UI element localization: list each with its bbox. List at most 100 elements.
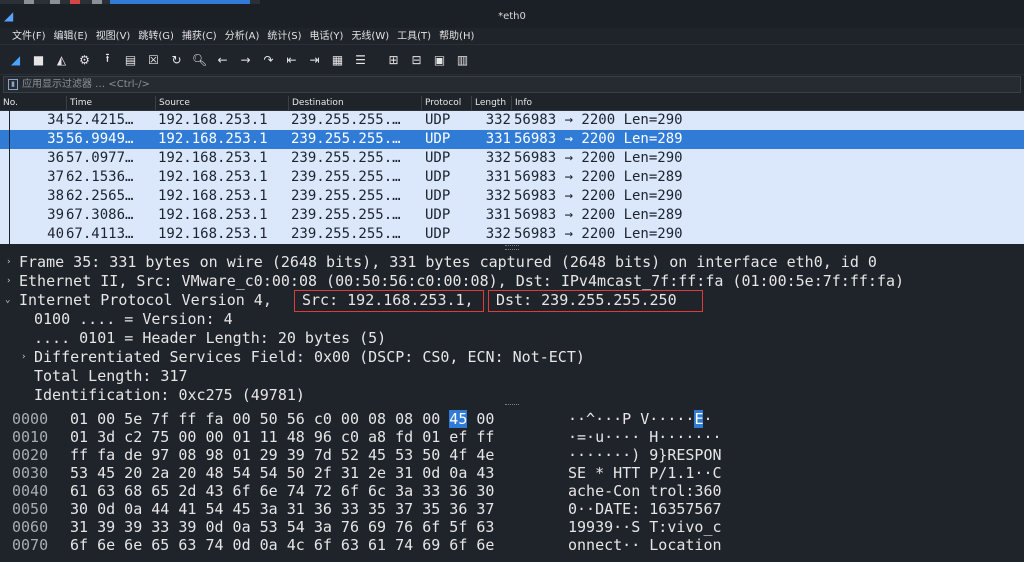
hex-ascii: ·=·u···· H······· [568,428,722,446]
packet-row[interactable]: 34 52.4215… 192.168.253.1 239.255.255.… … [0,111,1024,130]
menu-tools[interactable]: 工具(T) [393,28,435,44]
menu-help[interactable]: 帮助(H) [435,28,478,44]
packet-row[interactable]: 36 57.0977… 192.168.253.1 239.255.255.… … [0,149,1024,168]
detail-dsfield[interactable]: › Differentiated Services Field: 0x00 (D… [0,348,1024,367]
menu-analyze[interactable]: 分析(A) [221,28,264,44]
stop-square-icon[interactable]: ■ [29,50,48,69]
taskbar-dot [24,0,34,4]
hex-bytes: 6f 6e 6e 65 63 74 0d 0a 4c 6f 63 61 74 6… [70,536,495,554]
packet-row[interactable]: 40 67.4113… 192.168.253.1 239.255.255.… … [0,225,1024,244]
hex-ascii: ·······) 9}RESPON [568,446,722,464]
display-filter-bar: ▮ [3,76,1021,93]
menu-go[interactable]: 跳转(G) [134,28,178,44]
hex-ascii: ··^···P V·····E· [568,410,713,428]
packet-row[interactable]: 38 62.2565… 192.168.253.1 239.255.255.… … [0,187,1024,206]
zoom-out-icon[interactable]: ⊟ [407,50,426,69]
packet-info: 56983 → 2200 Len=289 [514,131,683,147]
packet-source: 192.168.253.1 [158,112,268,128]
packet-row[interactable]: 37 62.1536… 192.168.253.1 239.255.255.… … [0,168,1024,187]
hex-row[interactable]: 0020 ff fa de 97 08 98 01 29 39 7d 52 45… [0,446,1024,464]
packet-info: 56983 → 2200 Len=290 [514,150,683,166]
expand-arrow-icon[interactable]: › [21,348,26,367]
column-header-time[interactable]: Time [66,96,156,110]
menu-capture[interactable]: 捕获(C) [178,28,221,44]
column-header-protocol[interactable]: Protocol [421,96,471,110]
hex-row[interactable]: 0000 01 00 5e 7f ff fa 00 50 56 c0 00 08… [0,410,1024,428]
packet-length: 331 [485,131,511,147]
packet-time: 67.3086… [66,207,134,223]
save-file-icon[interactable]: ▤ [121,50,140,69]
detail-version[interactable]: 0100 .... = Version: 4 [0,310,1024,329]
bookmark-filter-icon[interactable]: ▮ [8,79,18,90]
packet-length: 331 [485,207,511,223]
detail-total-length[interactable]: Total Length: 317 [0,367,1024,386]
conversation-bracket [9,110,12,244]
packet-length: 332 [485,112,511,128]
packet-source: 192.168.253.1 [158,131,268,147]
shark-fin-start-icon[interactable]: ◢ [6,50,25,69]
packet-length: 331 [485,169,511,185]
hex-ascii: 0··DATE: 16357567 [568,500,722,518]
colorize-icon[interactable]: ☰ [351,50,370,69]
shark-fin-restart-icon[interactable]: ◭ [52,50,71,69]
menu-file[interactable]: 文件(F) [8,28,50,44]
hex-bytes: 31 39 39 33 39 0d 0a 53 54 3a 76 69 76 6… [70,518,495,536]
packet-time: 52.4215… [66,112,134,128]
hex-row[interactable]: 0040 61 63 68 65 2d 43 6f 6e 74 72 6f 6c… [0,482,1024,500]
detail-ethernet[interactable]: › Ethernet II, Src: VMware_c0:00:08 (00:… [0,272,1024,291]
selected-byte: 45 [449,410,468,428]
menu-view[interactable]: 视图(V) [92,28,135,44]
auto-scroll-icon[interactable]: ▦ [328,50,347,69]
packet-row-selected[interactable]: 35 56.9949… 192.168.253.1 239.255.255.… … [0,130,1024,149]
hex-row[interactable]: 0010 01 3d c2 75 00 00 01 11 48 96 c0 a8… [0,428,1024,446]
hex-ascii: 19939··S T:vivo_c [568,518,722,536]
zoom-normal-icon[interactable]: ▣ [430,50,449,69]
taskbar-active-tab [110,0,250,4]
hex-row[interactable]: 0060 31 39 39 33 39 0d 0a 53 54 3a 76 69… [0,518,1024,536]
column-header-info[interactable]: Info [511,96,1024,110]
go-to-packet-icon[interactable]: ↷ [259,50,278,69]
hex-bytes: ff fa de 97 08 98 01 29 39 7d 52 45 53 5… [70,446,495,464]
back-arrow-icon[interactable]: ← [213,50,232,69]
packet-destination: 239.255.255.… [291,188,401,204]
packet-time: 62.2565… [66,188,134,204]
menu-statistics[interactable]: 统计(S) [263,28,305,44]
detail-header-length[interactable]: .... 0101 = Header Length: 20 bytes (5) [0,329,1024,348]
main-toolbar: ◢ ■ ◭ ⚙ ⭱ ▤ ☒ ↻ 🔍︎ ← → ↷ ⇤ ⇥ ▦ ☰ ⊞ ⊟ ▣ ▥ [0,45,1024,75]
resize-columns-icon[interactable]: ▥ [453,50,472,69]
hex-ascii: onnect·· Location [568,536,722,554]
column-header-length[interactable]: Length [471,96,511,110]
packet-destination: 239.255.255.… [291,226,401,242]
column-header-no[interactable]: No. [0,96,66,110]
hex-row[interactable]: 0030 53 45 20 2a 20 48 54 54 50 2f 31 2e… [0,464,1024,482]
packet-length: 332 [485,150,511,166]
hex-row[interactable]: 0050 30 0d 0a 44 41 54 45 3a 31 36 33 35… [0,500,1024,518]
forward-arrow-icon[interactable]: → [236,50,255,69]
last-packet-icon[interactable]: ⇥ [305,50,324,69]
detail-frame[interactable]: › Frame 35: 331 bytes on wire (2648 bits… [0,253,1024,272]
packet-destination: 239.255.255.… [291,112,401,128]
collapse-arrow-icon[interactable]: ⌄ [5,291,10,310]
expand-arrow-icon[interactable]: › [6,272,11,291]
packet-destination: 239.255.255.… [291,131,401,147]
column-header-source[interactable]: Source [155,96,289,110]
zoom-in-icon[interactable]: ⊞ [384,50,403,69]
close-file-icon[interactable]: ☒ [144,50,163,69]
search-icon[interactable]: 🔍︎ [190,50,209,69]
packet-row[interactable]: 39 67.3086… 192.168.253.1 239.255.255.… … [0,206,1024,225]
window-title: *eth0 [498,11,526,22]
menu-bar: 文件(F) 编辑(E) 视图(V) 跳转(G) 捕获(C) 分析(A) 统计(S… [0,28,1024,45]
first-packet-icon[interactable]: ⇤ [282,50,301,69]
menu-edit[interactable]: 编辑(E) [50,28,92,44]
display-filter-input[interactable] [22,77,1002,92]
packet-protocol: UDP [425,188,451,204]
hex-row[interactable]: 0070 6f 6e 6e 65 63 74 0d 0a 4c 6f 63 61… [0,536,1024,554]
column-header-destination[interactable]: Destination [288,96,422,110]
expand-arrow-icon[interactable]: › [6,253,11,272]
gear-options-icon[interactable]: ⚙ [75,50,94,69]
reload-icon[interactable]: ↻ [167,50,186,69]
menu-telephony[interactable]: 电话(Y) [306,28,348,44]
menu-wireless[interactable]: 无线(W) [347,28,393,44]
open-file-icon[interactable]: ⭱ [98,50,117,69]
packet-protocol: UDP [425,169,451,185]
